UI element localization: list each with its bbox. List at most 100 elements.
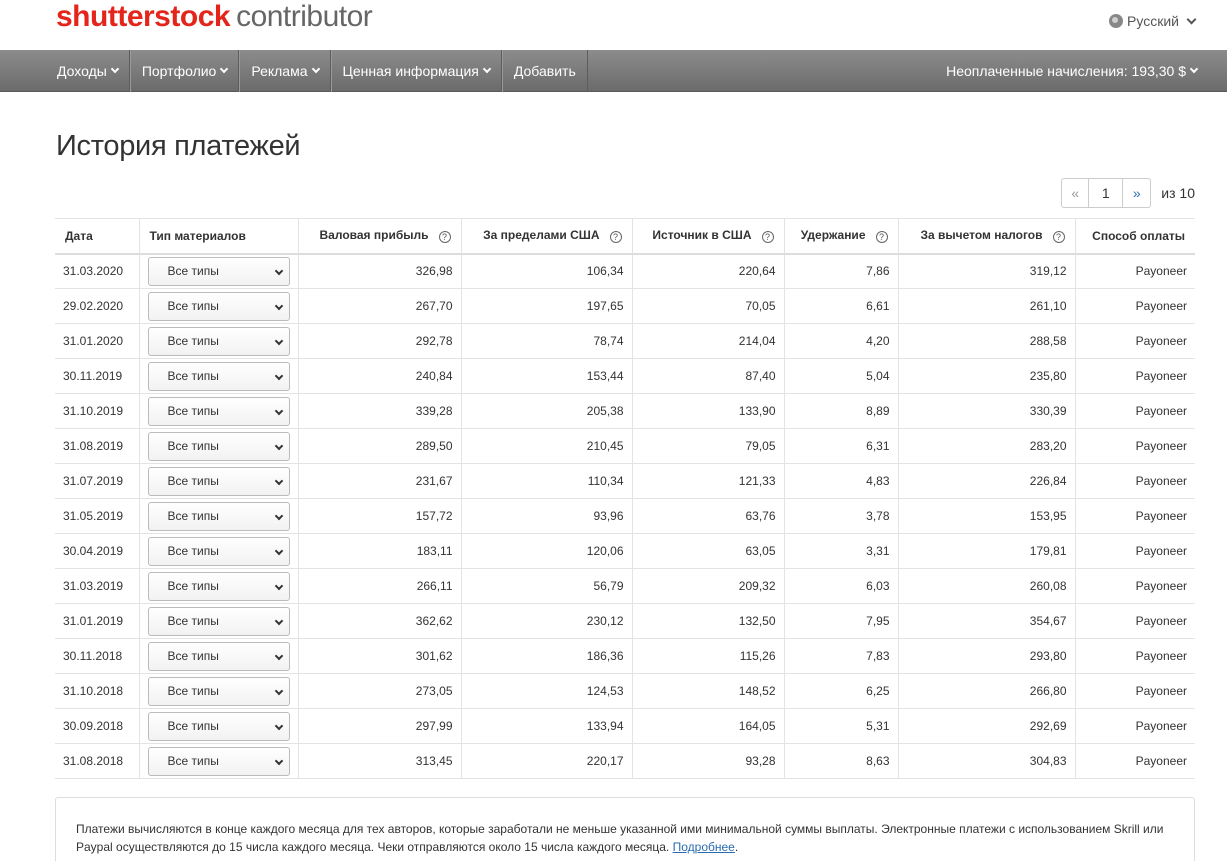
media-type-value: Все типы — [167, 299, 219, 313]
table-cell: Payoneer — [1075, 638, 1195, 674]
media-type-select[interactable]: Все типы — [147, 431, 290, 461]
media-type-select[interactable]: Все типы — [147, 256, 290, 286]
table-cell: Payoneer — [1075, 288, 1195, 324]
media-type-value: Все типы — [167, 369, 219, 383]
chevron-down-icon — [274, 441, 283, 450]
media-type-value: Все типы — [167, 579, 219, 593]
media-type-select[interactable]: Все типы — [147, 361, 290, 391]
table-cell: 30.11.2019 — [55, 358, 140, 394]
nav-item-0[interactable]: Доходы — [46, 50, 130, 92]
col-header-us-source: Источник в США? — [632, 218, 785, 255]
media-type-value: Все типы — [167, 334, 219, 348]
help-circle-icon[interactable]: ? — [761, 231, 774, 244]
globe-icon — [1109, 14, 1124, 28]
table-cell: 132,50 — [632, 603, 785, 639]
logo-subtitle: contributor — [236, 0, 373, 33]
help-circle-icon[interactable]: ? — [875, 231, 888, 244]
unpaid-earnings-menu[interactable]: Неоплаченные начисления: 193,30 $ — [946, 50, 1199, 92]
table-cell: 209,32 — [632, 568, 785, 604]
cell-type: Все типы — [139, 603, 299, 639]
table-cell: 110,34 — [461, 463, 633, 499]
media-type-select[interactable]: Все типы — [147, 676, 290, 706]
chevron-down-icon — [482, 64, 492, 74]
table-cell: 297,99 — [298, 708, 462, 744]
language-label: Русский — [1127, 13, 1179, 29]
table-cell: 210,45 — [461, 428, 633, 464]
table-cell: 31.01.2020 — [55, 323, 140, 359]
media-type-select[interactable]: Все типы — [147, 291, 290, 321]
table-cell: 148,52 — [632, 673, 785, 709]
help-circle-icon[interactable]: ? — [609, 231, 622, 244]
col-header-payment-method: Способ оплаты — [1075, 218, 1195, 255]
media-type-select[interactable]: Все типы — [147, 711, 290, 741]
media-type-select[interactable]: Все типы — [147, 606, 290, 636]
table-cell: 240,84 — [298, 358, 462, 394]
table-cell: 120,06 — [461, 533, 633, 569]
table-row: 30.11.2018 Все типы 301,62 186,36 115,26 7,83… — [55, 638, 1195, 674]
table-cell: 260,08 — [898, 568, 1076, 604]
media-type-select[interactable]: Все типы — [147, 536, 290, 566]
nav-item-1[interactable]: Портфолио — [129, 50, 240, 92]
pagination-prev-button[interactable]: « — [1061, 178, 1090, 208]
table-cell: 8,89 — [784, 393, 899, 429]
table-cell: 4,20 — [784, 323, 899, 359]
col-header-withholding: Удержание? — [784, 218, 899, 255]
payments-table-wrapper: Дата Тип материалов Валовая прибыль? За … — [55, 218, 1195, 779]
chevron-down-icon — [274, 756, 283, 765]
chevron-down-icon — [274, 336, 283, 345]
table-cell: 326,98 — [298, 253, 462, 289]
table-cell: 6,03 — [784, 568, 899, 604]
shutterstock-logo[interactable]: shutterstock contributor — [56, 0, 373, 33]
table-row: 30.09.2018 Все типы 297,99 133,94 164,05 5,31… — [55, 708, 1195, 744]
table-cell: 31.01.2019 — [55, 603, 140, 639]
table-cell: 87,40 — [632, 358, 785, 394]
media-type-select[interactable]: Все типы — [147, 326, 290, 356]
media-type-select[interactable]: Все типы — [147, 501, 290, 531]
cell-type: Все типы — [139, 288, 299, 324]
table-row: 31.08.2019 Все типы 289,50 210,45 79,05 6,31 2… — [55, 428, 1195, 464]
table-row: 30.11.2019 Все типы 240,84 153,44 87,40 5,04 2… — [55, 358, 1195, 394]
chevron-down-icon — [274, 616, 283, 625]
chevron-down-icon — [274, 406, 283, 415]
table-cell: 301,62 — [298, 638, 462, 674]
media-type-select[interactable]: Все типы — [147, 396, 290, 426]
nav-item-4[interactable]: Добавить — [501, 50, 588, 92]
table-cell: 266,11 — [298, 568, 462, 604]
table-cell: 5,04 — [784, 358, 899, 394]
help-circle-icon[interactable]: ? — [1052, 231, 1065, 244]
media-type-select[interactable]: Все типы — [147, 746, 290, 776]
table-cell: 292,78 — [298, 323, 462, 359]
table-cell: 78,74 — [461, 323, 633, 359]
nav-item-label: Портфолио — [141, 63, 217, 79]
media-type-value: Все типы — [167, 614, 219, 628]
cell-type: Все типы — [139, 428, 299, 464]
table-cell: 153,44 — [461, 358, 633, 394]
media-type-select[interactable]: Все типы — [147, 641, 290, 671]
pagination-next-button[interactable]: » — [1123, 178, 1152, 208]
table-cell: 153,95 — [898, 498, 1076, 534]
table-cell: 362,62 — [298, 603, 462, 639]
table-cell: 7,86 — [784, 253, 899, 289]
cell-type: Все типы — [139, 673, 299, 709]
media-type-select[interactable]: Все типы — [147, 571, 290, 601]
nav-item-3[interactable]: Ценная информация — [330, 50, 502, 92]
table-cell: 157,72 — [298, 498, 462, 534]
table-row: 29.02.2020 Все типы 267,70 197,65 70,05 6,61 2… — [55, 288, 1195, 324]
media-type-value: Все типы — [167, 439, 219, 453]
cell-type: Все типы — [139, 358, 299, 394]
help-circle-icon[interactable]: ? — [438, 231, 451, 244]
cell-type: Все типы — [139, 638, 299, 674]
table-cell: 30.09.2018 — [55, 708, 140, 744]
table-header-row: Дата Тип материалов Валовая прибыль? За … — [55, 218, 1195, 255]
media-type-value: Все типы — [167, 509, 219, 523]
chevron-down-icon — [1189, 64, 1199, 74]
table-cell: 31.08.2018 — [55, 743, 140, 779]
learn-more-link[interactable]: Подробнее — [673, 840, 735, 854]
language-selector[interactable]: Русский — [1109, 13, 1197, 29]
table-cell: Payoneer — [1075, 428, 1195, 464]
col-header-outside-us: За пределами США? — [461, 218, 633, 255]
media-type-select[interactable]: Все типы — [147, 466, 290, 496]
pagination-current-page[interactable]: 1 — [1089, 178, 1124, 208]
chevron-down-icon — [274, 301, 283, 310]
nav-item-2[interactable]: Реклама — [239, 50, 331, 92]
